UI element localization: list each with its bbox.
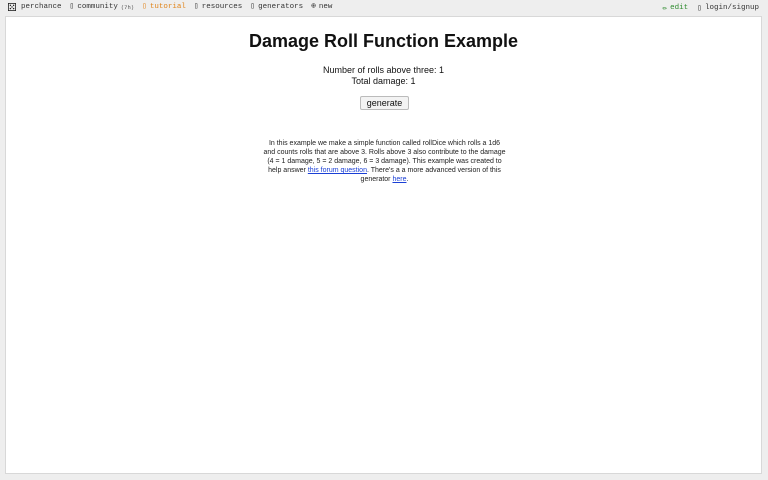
login-signup-link[interactable]: ▯ login/signup xyxy=(697,3,759,13)
generators-icon: ▯ xyxy=(250,2,256,11)
plus-circle-icon: ⊕ xyxy=(311,2,316,11)
nav-new-label: new xyxy=(318,3,333,11)
result-stats: Number of rolls above three: 1 Total dam… xyxy=(6,65,761,87)
edit-link[interactable]: ✏ edit xyxy=(662,3,688,13)
nav-resources[interactable]: ▯ resources xyxy=(193,2,243,12)
user-icon: ▯ xyxy=(697,4,702,13)
login-label: login/signup xyxy=(704,4,759,12)
description-text: In this example we make a simple functio… xyxy=(263,139,506,184)
top-nav-bar: perchance ▯ community (7h) ▯ tutorial ▯ … xyxy=(0,0,768,16)
nav-left: perchance ▯ community (7h) ▯ tutorial ▯ … xyxy=(8,3,340,11)
resources-icon: ▯ xyxy=(193,2,199,11)
book-icon: ▯ xyxy=(142,2,147,11)
advanced-version-link[interactable]: here xyxy=(392,176,406,183)
description-part-2: . There's a a more advanced version of t… xyxy=(360,167,501,183)
nav-generators-label: generators xyxy=(258,3,304,11)
page-title: Damage Roll Function Example xyxy=(248,31,519,51)
nav-community-label: community xyxy=(77,3,118,11)
nav-community[interactable]: ▯ community (7h) xyxy=(69,2,135,12)
description-part-3: . xyxy=(406,176,409,183)
brand-link[interactable]: perchance xyxy=(8,3,62,11)
pencil-icon: ✏ xyxy=(662,4,668,13)
edit-label: edit xyxy=(670,4,689,12)
nav-new[interactable]: ⊕ new xyxy=(311,2,333,12)
nav-right: ✏ edit ▯ login/signup xyxy=(662,3,759,13)
rolls-above-three-line: Number of rolls above three: 1 xyxy=(322,65,445,75)
nav-tutorial[interactable]: ▯ tutorial xyxy=(142,2,186,12)
nav-tutorial-label: tutorial xyxy=(149,3,186,11)
nav-generators[interactable]: ▯ generators xyxy=(250,2,304,12)
total-damage-line: Total damage: 1 xyxy=(351,76,416,86)
brand-label: perchance xyxy=(21,3,62,11)
chat-icon: ▯ xyxy=(69,2,75,11)
community-count-badge: (7h) xyxy=(120,3,135,11)
nav-resources-label: resources xyxy=(201,3,243,11)
forum-question-link[interactable]: this forum question xyxy=(308,167,367,174)
generator-output-panel: Damage Roll Function Example Number of r… xyxy=(5,16,762,474)
generate-button[interactable]: generate xyxy=(360,96,409,110)
dice-icon xyxy=(8,3,16,11)
